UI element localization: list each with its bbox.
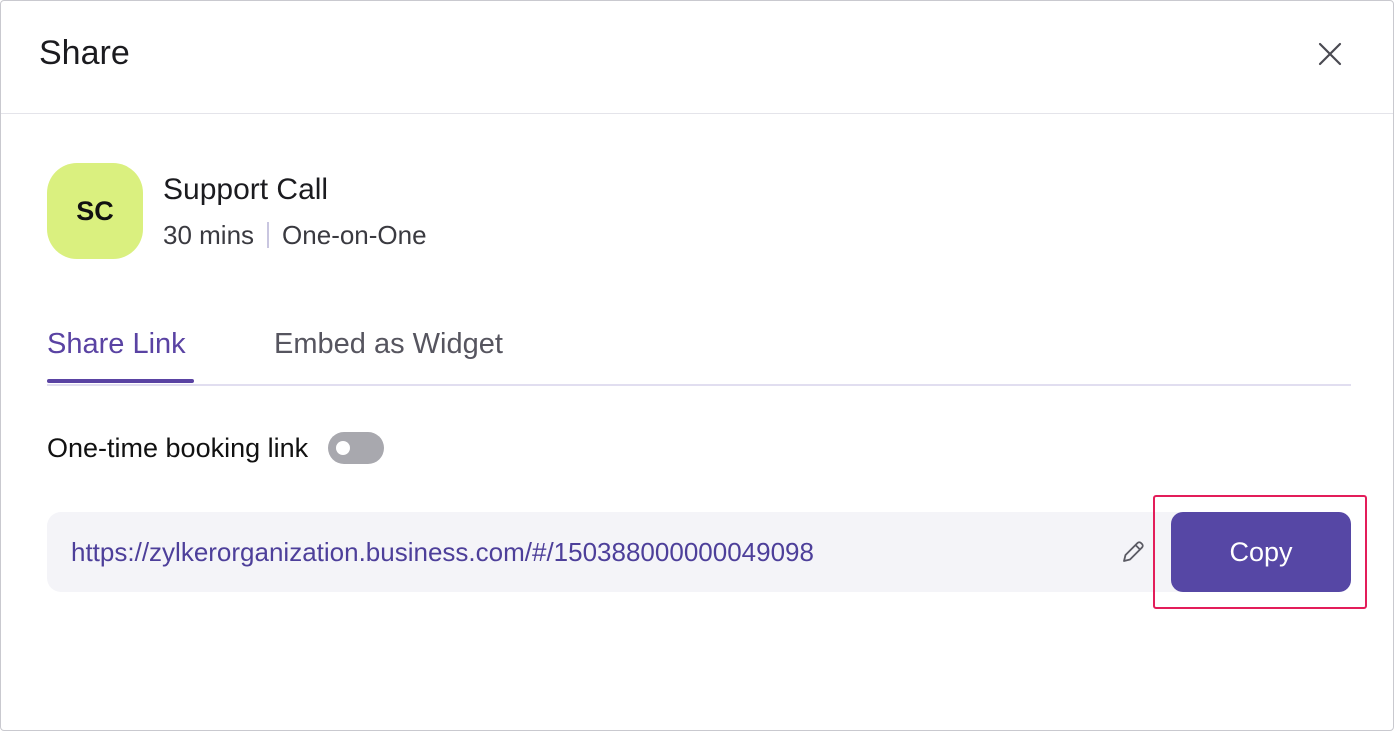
event-name: Support Call [163,173,329,206]
pencil-icon [1123,541,1144,562]
meta-divider [267,222,270,248]
edit-link-button[interactable] [1117,536,1149,568]
event-meta: 30 mins One-on-One [163,219,427,251]
share-tabs: Share Link Embed as Widget [47,324,1351,386]
event-type: One-on-One [282,220,427,250]
copy-button[interactable]: Copy [1171,512,1351,592]
toggle-knob [336,441,351,455]
one-time-link-label: One-time booking link [47,432,309,463]
active-tab-indicator [47,379,194,383]
share-dialog: Share SC Support Call 30 mins One-on-One… [0,0,1394,731]
tab-embed-widget[interactable]: Embed as Widget [274,324,503,364]
close-icon [1318,42,1342,66]
event-avatar: SC [47,163,143,259]
one-time-link-toggle[interactable] [328,432,385,464]
close-button[interactable] [1310,34,1350,74]
one-time-link-row: One-time booking link [47,430,385,466]
event-duration: 30 mins [163,220,255,250]
dialog-header: Share [1,1,1393,114]
tab-share-link[interactable]: Share Link [47,324,186,364]
dialog-title: Share [39,34,130,72]
booking-link-url[interactable]: https://zylkerorganization.business.com/… [71,534,814,570]
event-summary: SC Support Call 30 mins One-on-One [47,163,747,259]
